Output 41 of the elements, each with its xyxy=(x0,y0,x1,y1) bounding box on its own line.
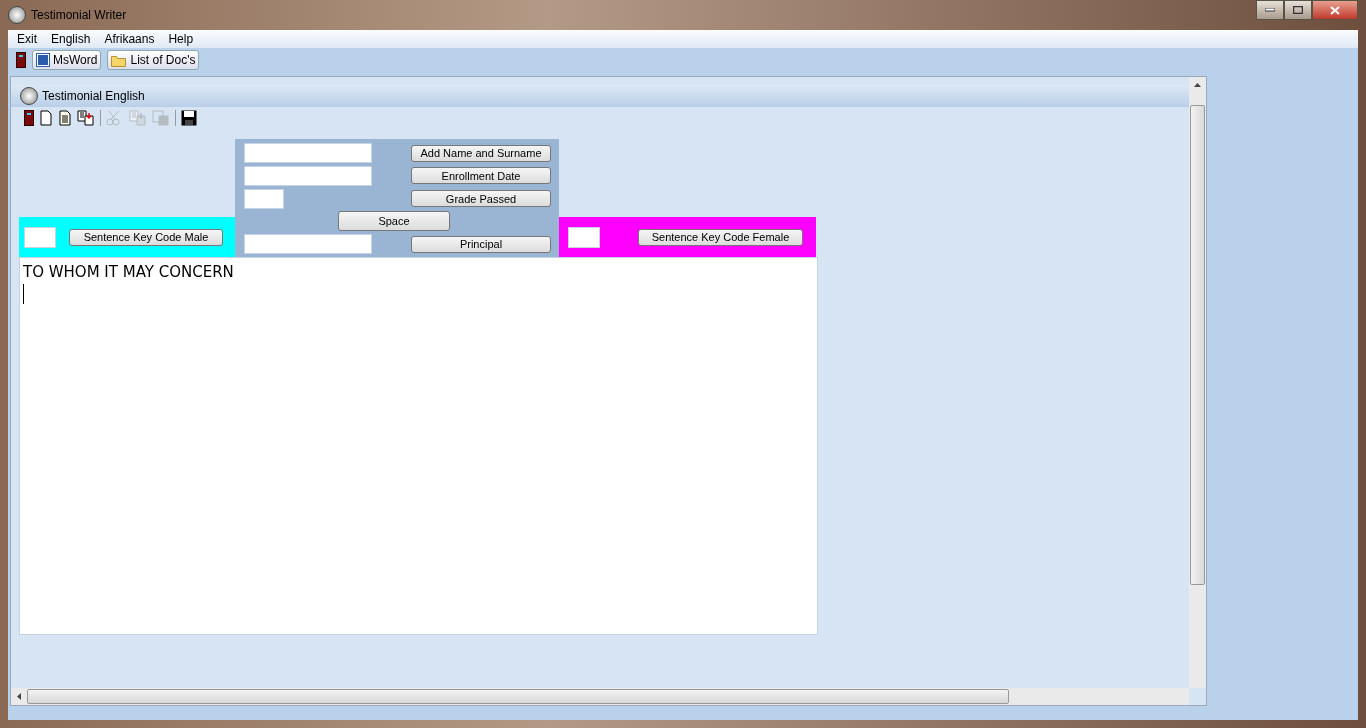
app-icon xyxy=(20,87,38,105)
maximize-icon xyxy=(1293,6,1303,14)
new-document-icon[interactable] xyxy=(39,110,53,126)
menu-item[interactable]: English xyxy=(44,32,98,46)
insert-button[interactable]: Grade Passed xyxy=(411,190,551,207)
vertical-scrollbar[interactable] xyxy=(1189,77,1206,688)
menu-item[interactable]: Help xyxy=(161,32,201,46)
input-field[interactable] xyxy=(244,234,372,254)
male-key-button[interactable]: Sentence Key Code Male xyxy=(69,228,223,246)
close-button[interactable] xyxy=(1312,0,1358,20)
insert-button[interactable]: Add Name and Surname xyxy=(411,144,551,162)
document-text: TO WHOM IT MAY CONCERN xyxy=(23,263,235,281)
close-icon xyxy=(1330,5,1340,15)
folder-icon xyxy=(111,53,128,67)
male-code-field[interactable] xyxy=(24,226,56,248)
door-icon[interactable] xyxy=(24,110,34,126)
input-field[interactable] xyxy=(244,165,372,186)
document-editor[interactable]: TO WHOM IT MAY CONCERN xyxy=(19,257,818,635)
insert-button[interactable]: Principal xyxy=(411,235,551,253)
minimize-icon xyxy=(1265,8,1275,12)
input-field[interactable] xyxy=(244,188,284,209)
child-window-title: Testimonial English xyxy=(42,89,145,103)
save-icon[interactable] xyxy=(181,110,197,126)
app-icon xyxy=(8,6,26,24)
minimize-button[interactable] xyxy=(1256,0,1284,20)
door-icon[interactable] xyxy=(16,52,26,68)
female-key-button[interactable]: Sentence Key Code Female xyxy=(638,228,803,246)
input-field[interactable] xyxy=(244,143,372,163)
maximize-button[interactable] xyxy=(1284,0,1312,20)
msword-button[interactable]: MsWord xyxy=(32,50,102,70)
menu-item[interactable]: Afrikaans xyxy=(97,32,162,46)
horizontal-scrollbar[interactable] xyxy=(11,688,1189,705)
insert-button[interactable]: Enrollment Date xyxy=(411,167,551,185)
window-title: Testimonial Writer xyxy=(31,8,127,22)
space-button[interactable]: Space xyxy=(338,211,450,232)
documents-icon[interactable] xyxy=(77,110,95,126)
text-document-icon[interactable] xyxy=(58,110,72,126)
list-button[interactable]: List of Doc's xyxy=(107,50,200,70)
scroll-left-icon[interactable] xyxy=(17,693,21,700)
female-code-field[interactable] xyxy=(568,226,600,248)
menu-item[interactable]: Exit xyxy=(10,32,44,46)
